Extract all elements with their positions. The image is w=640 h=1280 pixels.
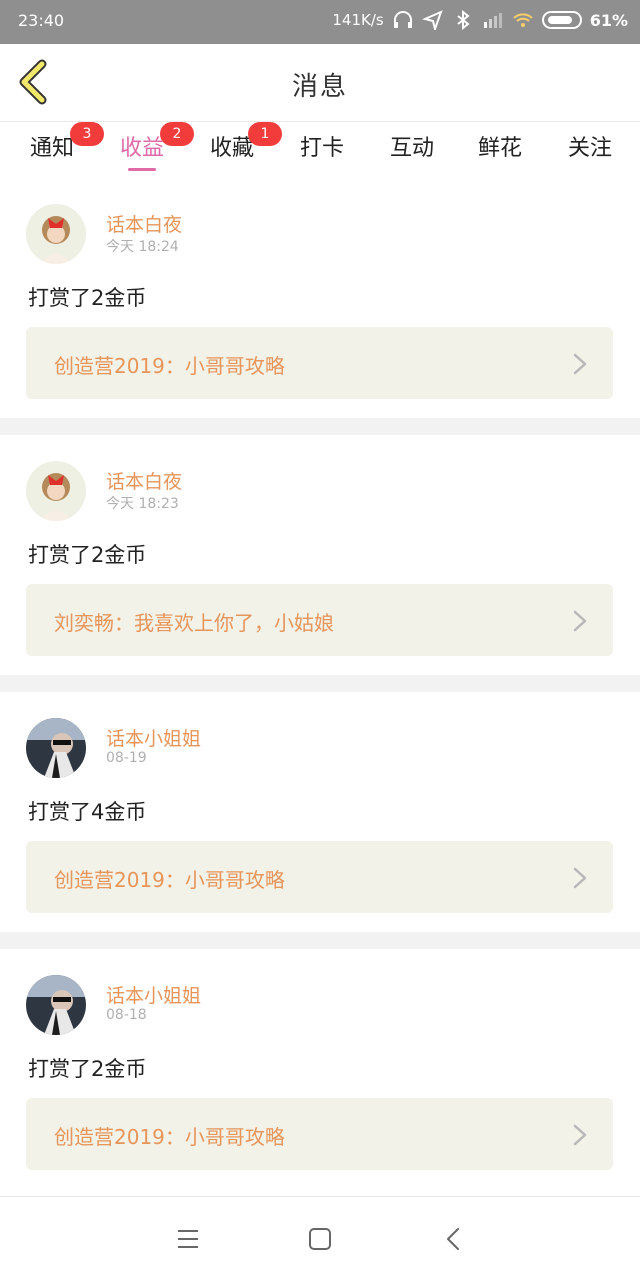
divider xyxy=(0,418,640,435)
headphones-icon xyxy=(393,11,412,28)
tab-interaction[interactable]: 互动 xyxy=(382,130,442,162)
page-title: 消息 xyxy=(291,72,348,102)
status-icons: 141K/s 61% xyxy=(332,10,628,30)
location-icon xyxy=(421,10,443,30)
tab-label: 关注 xyxy=(567,136,612,161)
message-text: 打赏了2金币 xyxy=(28,1057,147,1081)
signal-icon xyxy=(483,13,502,28)
divider xyxy=(0,932,640,949)
status-bar: 23:40 141K/s 61% xyxy=(0,0,640,44)
status-time: 23:40 xyxy=(18,11,65,30)
list-item: 话本白夜 今天 18:23 打赏了2金币 刘奕畅：我喜欢上你了，小姑娘 xyxy=(0,435,640,675)
tab-label: 互动 xyxy=(389,136,434,161)
tab-label: 通知 xyxy=(29,136,74,161)
story-link-card[interactable]: 创造营2019：小哥哥攻略 xyxy=(26,841,613,913)
home-square-icon[interactable] xyxy=(306,1225,334,1253)
tab-label: 打卡 xyxy=(299,136,344,161)
avatar[interactable] xyxy=(26,461,86,521)
timestamp: 08-19 xyxy=(106,750,147,766)
network-speed: 141K/s xyxy=(332,11,384,29)
story-title: 创造营2019：小哥哥攻略 xyxy=(54,868,285,892)
list-item: 话本白夜 今天 18:24 打赏了2金币 创造营2019：小哥哥攻略 xyxy=(0,178,640,418)
message-text: 打赏了2金币 xyxy=(28,543,147,567)
timestamp: 今天 18:24 xyxy=(106,239,179,255)
tab-checkin[interactable]: 打卡 xyxy=(292,130,352,162)
active-tab-underline xyxy=(128,168,156,171)
chevron-right-icon xyxy=(573,353,587,375)
list-item: 话本小姐姐 08-19 打赏了4金币 创造营2019：小哥哥攻略 xyxy=(0,692,640,932)
message-text: 打赏了2金币 xyxy=(28,286,147,310)
tab-badge: 2 xyxy=(160,122,194,146)
divider xyxy=(0,675,640,692)
battery-percent: 61% xyxy=(589,10,628,30)
tab-favorites[interactable]: 收藏 1 xyxy=(202,122,282,162)
story-title: 创造营2019：小哥哥攻略 xyxy=(54,1125,285,1149)
username[interactable]: 话本小姐姐 xyxy=(106,981,201,1008)
back-triangle-icon[interactable] xyxy=(440,1225,468,1253)
story-title: 创造营2019：小哥哥攻略 xyxy=(54,354,285,378)
avatar[interactable] xyxy=(26,204,86,264)
tab-label: 鲜花 xyxy=(477,136,522,161)
battery-icon xyxy=(541,11,582,29)
story-title: 刘奕畅：我喜欢上你了，小姑娘 xyxy=(54,611,334,635)
tab-badge: 3 xyxy=(70,122,104,146)
wifi-icon xyxy=(513,13,533,27)
chevron-right-icon xyxy=(573,867,587,889)
tab-label: 收益 xyxy=(119,136,164,161)
list-item: 话本小姐姐 08-18 打赏了2金币 创造营2019：小哥哥攻略 xyxy=(0,949,640,1189)
chevron-right-icon xyxy=(573,610,587,632)
chevron-right-icon xyxy=(573,1124,587,1146)
avatar[interactable] xyxy=(26,975,86,1035)
tab-notifications[interactable]: 通知 3 xyxy=(22,122,104,162)
username[interactable]: 话本小姐姐 xyxy=(106,724,201,751)
tab-bar: 通知 3 收益 2 收藏 1 打卡 互动 鲜花 关注 xyxy=(0,122,640,178)
timestamp: 08-18 xyxy=(106,1007,147,1023)
bluetooth-icon xyxy=(457,10,470,30)
system-nav-bar xyxy=(0,1196,640,1280)
timestamp: 今天 18:23 xyxy=(106,496,179,512)
story-link-card[interactable]: 创造营2019：小哥哥攻略 xyxy=(26,327,613,399)
story-link-card[interactable]: 创造营2019：小哥哥攻略 xyxy=(26,1098,613,1170)
username[interactable]: 话本白夜 xyxy=(106,467,182,494)
tab-flowers[interactable]: 鲜花 xyxy=(470,130,530,162)
avatar[interactable] xyxy=(26,718,86,778)
header: 消息 xyxy=(0,44,640,122)
story-link-card[interactable]: 刘奕畅：我喜欢上你了，小姑娘 xyxy=(26,584,613,656)
message-text: 打赏了4金币 xyxy=(28,800,147,824)
tab-earnings[interactable]: 收益 2 xyxy=(112,122,194,171)
tab-following[interactable]: 关注 xyxy=(560,130,620,162)
menu-icon[interactable] xyxy=(174,1225,202,1253)
tab-badge: 1 xyxy=(248,122,282,146)
username[interactable]: 话本白夜 xyxy=(106,210,182,237)
message-list: 话本白夜 今天 18:24 打赏了2金币 创造营2019：小哥哥攻略 话本白夜 … xyxy=(0,178,640,1189)
